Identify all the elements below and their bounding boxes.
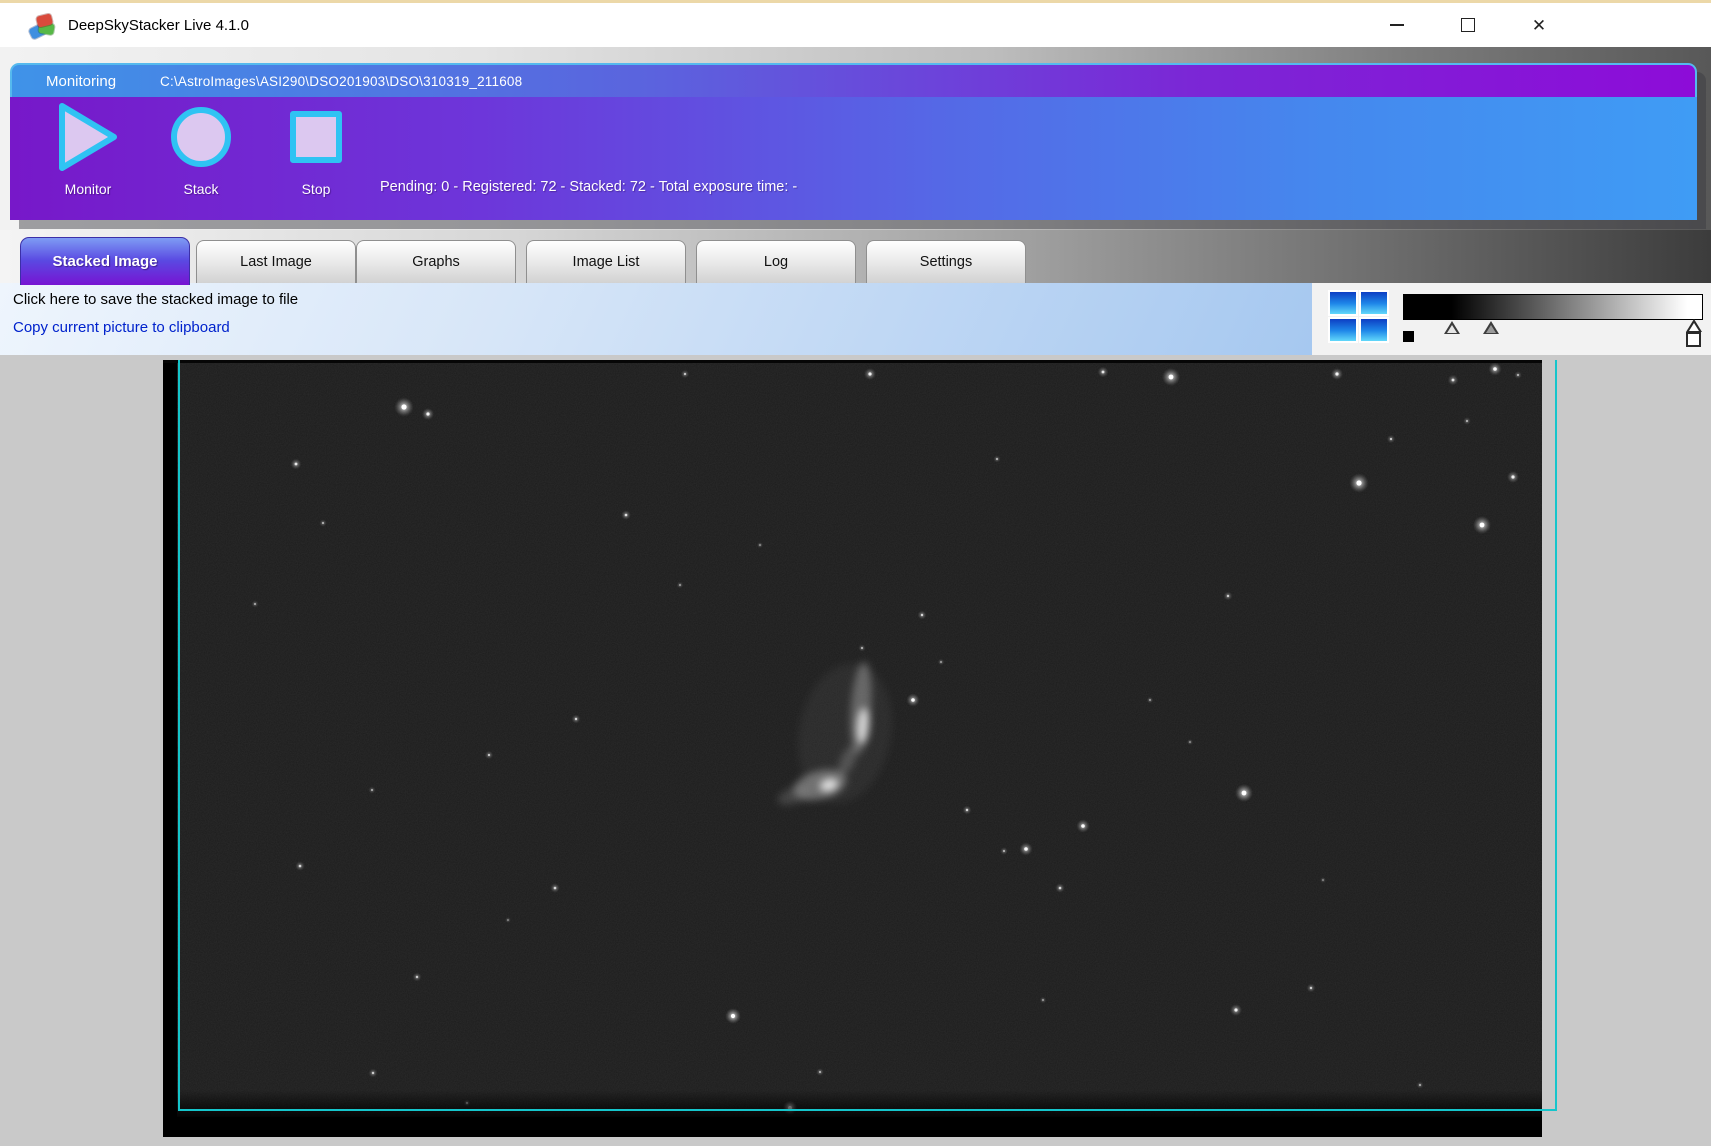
stacked-image-actions: Click here to save the stacked image to …: [0, 283, 1312, 355]
monitored-folder-path: C:\AstroImages\ASI290\DSO201903\DSO\3103…: [160, 73, 523, 89]
monitoring-label: Monitoring: [46, 72, 117, 90]
maximize-icon: [1461, 18, 1475, 32]
app-icon: [28, 13, 56, 40]
image-viewer: [0, 355, 1711, 1146]
tab-bar: Stacked Image Last Image Graphs Image List L…: [0, 230, 1711, 285]
minimize-icon: [1390, 24, 1404, 26]
levels-gradient-bar[interactable]: [1403, 294, 1703, 320]
tab-settings[interactable]: Settings: [866, 240, 1026, 283]
toolbar: Monitor Stack Stop Pending: 0 - Registered…: [10, 97, 1697, 220]
tab-image-list[interactable]: Image List: [526, 240, 686, 283]
action-row: Click here to save the stacked image to …: [0, 283, 1711, 355]
square-icon: [290, 111, 342, 163]
blue-square-icon: [1361, 319, 1387, 341]
title-bar: DeepSkyStacker Live 4.1.0 ✕: [0, 3, 1711, 47]
blue-square-icon: [1330, 292, 1356, 314]
tab-log[interactable]: Log: [696, 240, 856, 283]
blue-square-icon: [1361, 292, 1387, 314]
maximize-button[interactable]: [1443, 3, 1493, 47]
black-level-swatch[interactable]: [1403, 331, 1414, 342]
blue-square-icon: [1330, 319, 1356, 341]
tab-stacked-image[interactable]: Stacked Image: [20, 237, 190, 285]
triangle-icon: [59, 103, 117, 171]
black-point-marker[interactable]: [1443, 321, 1460, 334]
circle-icon: [171, 107, 231, 167]
stack-button[interactable]: Stack: [151, 103, 251, 203]
white-point-handle[interactable]: [1685, 332, 1701, 347]
stacking-status-text: Pending: 0 - Registered: 72 - Stacked: 7…: [380, 179, 798, 195]
close-button[interactable]: ✕: [1514, 3, 1564, 47]
window-title: DeepSkyStacker Live 4.1.0: [68, 17, 249, 34]
monitoring-bar: Monitoring C:\AstroImages\ASI290\DSO2019…: [10, 63, 1697, 97]
tab-last-image[interactable]: Last Image: [196, 240, 356, 283]
monitor-button[interactable]: Monitor: [38, 103, 138, 203]
four-panel-view-icon[interactable]: [1330, 292, 1388, 344]
white-point-marker[interactable]: [1685, 319, 1702, 332]
tab-graphs[interactable]: Graphs: [356, 240, 516, 283]
close-icon: ✕: [1531, 15, 1547, 35]
midtone-marker[interactable]: [1482, 321, 1499, 334]
monitor-button-label: Monitor: [64, 181, 112, 197]
stop-button[interactable]: Stop: [266, 103, 366, 203]
stop-button-label: Stop: [301, 181, 331, 197]
display-controls: [1312, 283, 1711, 355]
monitoring-panel: Monitoring C:\AstroImages\ASI290\DSO2019…: [10, 63, 1697, 220]
save-stacked-image-link[interactable]: Click here to save the stacked image to …: [13, 291, 298, 308]
stack-button-label: Stack: [183, 181, 219, 197]
alignment-selection-rect[interactable]: [178, 360, 1557, 1111]
minimize-button[interactable]: [1372, 3, 1422, 47]
copy-to-clipboard-link[interactable]: Copy current picture to clipboard: [13, 319, 230, 336]
